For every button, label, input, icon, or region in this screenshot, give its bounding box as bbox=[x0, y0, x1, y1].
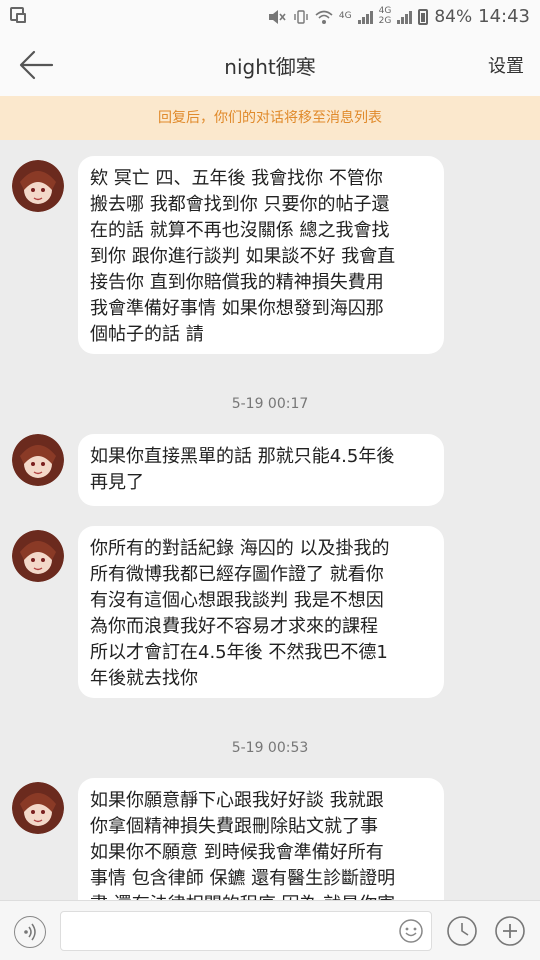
emoji-icon[interactable] bbox=[398, 918, 424, 944]
timestamp: 5-19 00:17 bbox=[231, 396, 309, 412]
message-bubble[interactable]: 如果你直接黑單的話 那就只能4.5年後 再見了 bbox=[78, 434, 444, 506]
status-icons: 4G 4G 2G 84% 14:43 bbox=[267, 6, 530, 27]
network-label-2: 4G bbox=[378, 6, 392, 16]
page-title: night御寒 bbox=[224, 55, 316, 79]
voice-button[interactable] bbox=[14, 916, 46, 948]
settings-button[interactable]: 设置 bbox=[488, 52, 524, 78]
battery-percent: 84% bbox=[434, 6, 473, 27]
chat-header: night御寒 设置 bbox=[0, 34, 540, 96]
avatar-icon[interactable] bbox=[12, 160, 64, 212]
network-label-3: 2G bbox=[378, 16, 392, 26]
message-bubble[interactable]: 欸 冥亡 四、五年後 我會找你 不管你 搬去哪 我都會找到你 只要你的帖子還 在… bbox=[78, 156, 444, 354]
voice-icon bbox=[24, 923, 36, 941]
network-label-1: 4G bbox=[338, 11, 352, 21]
avatar-icon[interactable] bbox=[12, 782, 64, 834]
avatar-icon[interactable] bbox=[12, 434, 64, 486]
status-bar: 4G 4G 2G 84% 14:43 bbox=[0, 0, 540, 34]
mute-icon bbox=[268, 9, 286, 24]
message-field[interactable] bbox=[60, 911, 432, 951]
message-bubble[interactable]: 如果你願意靜下心跟我好好談 我就跟 你拿個精神損失費跟刪除貼文就了事 如果你不願… bbox=[78, 778, 444, 900]
wifi-icon bbox=[315, 10, 333, 24]
clock-time: 14:43 bbox=[478, 6, 530, 27]
signal-icon-2 bbox=[397, 10, 413, 24]
clock-icon[interactable] bbox=[446, 915, 478, 947]
message-bubble[interactable]: 你所有的對話紀錄 海囚的 以及掛我的 所有微博我都已經存圖作證了 就看你 有沒有… bbox=[78, 526, 444, 698]
timestamp: 5-19 00:53 bbox=[231, 740, 309, 756]
chat-area[interactable]: 欸 冥亡 四、五年後 我會找你 不管你 搬去哪 我都會找到你 只要你的帖子還 在… bbox=[0, 140, 540, 900]
message-input[interactable] bbox=[61, 912, 391, 950]
signal-icon bbox=[357, 10, 373, 24]
network-labels: 4G 2G bbox=[379, 7, 392, 26]
avatar-icon[interactable] bbox=[12, 530, 64, 582]
reply-notice: 回复后，你们的对话将移至消息列表 bbox=[0, 96, 540, 140]
input-bar bbox=[0, 900, 540, 960]
screenshot-icon bbox=[10, 7, 26, 23]
plus-icon[interactable] bbox=[494, 915, 526, 947]
battery-icon bbox=[418, 8, 429, 25]
vibrate-icon bbox=[294, 9, 308, 24]
